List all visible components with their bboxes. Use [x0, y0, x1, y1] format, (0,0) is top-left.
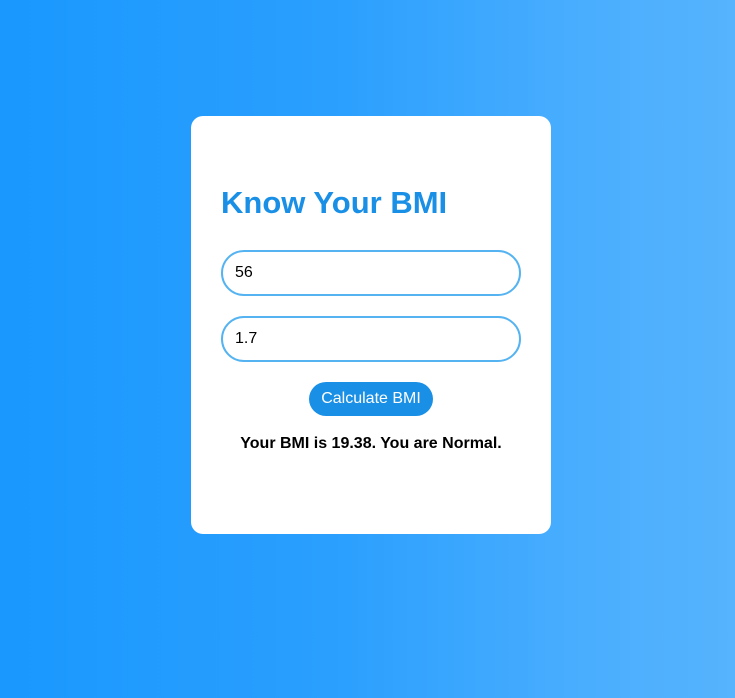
bmi-result-text: Your BMI is 19.38. You are Normal. — [240, 435, 502, 452]
bmi-card: Know Your BMI Calculate BMI Your BMI is … — [191, 116, 551, 534]
page-background: { "card": { "title": "Know Your BMI", "w… — [0, 0, 735, 698]
height-input[interactable] — [221, 316, 521, 362]
calculate-bmi-button[interactable]: Calculate BMI — [309, 382, 433, 416]
weight-input[interactable] — [221, 250, 521, 296]
page-title: Know Your BMI — [221, 185, 448, 220]
